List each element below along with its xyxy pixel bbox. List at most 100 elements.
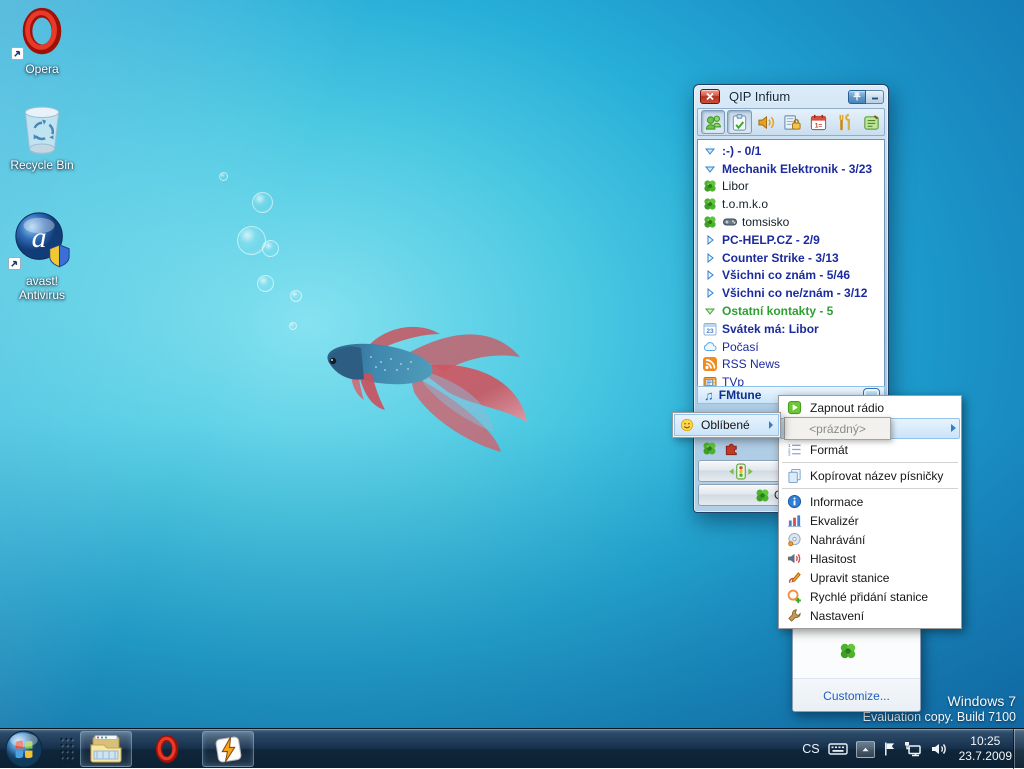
toolbar-contacts-button[interactable] xyxy=(701,110,725,134)
row-label: Svátek má: Libor xyxy=(722,322,819,336)
plugins-icon[interactable] xyxy=(724,441,739,456)
tray-keyboard-layout[interactable] xyxy=(828,742,848,756)
taskbar-opera-button[interactable] xyxy=(141,731,193,767)
menu-item-oblibene[interactable]: Oblíbené xyxy=(674,414,779,436)
calendar23-icon: 23 xyxy=(702,321,718,336)
toolbar-calendar-button[interactable]: 1= xyxy=(807,110,831,134)
toolbar-notes-button[interactable] xyxy=(727,110,751,134)
menu-item-label: Rychlé přidání stanice xyxy=(810,590,928,604)
row-label: Ostatní kontakty - 5 xyxy=(722,304,833,318)
tri-closed-icon xyxy=(702,232,718,247)
menu-separator xyxy=(779,459,961,466)
minimize-button[interactable] xyxy=(866,90,884,104)
show-desktop-button[interactable] xyxy=(1013,729,1024,769)
desktop-icon-opera[interactable]: Opera xyxy=(3,6,81,76)
menu-item-label: Upravit stanice xyxy=(810,571,889,585)
row-label: PC-HELP.CZ - 2/9 xyxy=(722,233,820,247)
menu-item-label: Formát xyxy=(810,443,848,457)
tri-closed-icon xyxy=(702,286,718,301)
list-row[interactable]: Ostatní kontakty - 5 xyxy=(698,302,884,320)
tray-clock[interactable]: 10:25 23.7.2009 xyxy=(959,734,1012,764)
tray-action-center[interactable] xyxy=(883,741,896,757)
winver-line2: Evaluation copy. Build 7100 xyxy=(863,710,1016,724)
menu-item-label: Kopírovat název písničky xyxy=(810,469,943,483)
customize-link[interactable]: Customize... xyxy=(823,689,890,703)
list-row[interactable]: tomsisko xyxy=(698,213,884,231)
list-row[interactable]: Všichni co znám - 5/46 xyxy=(698,267,884,285)
sound-icon xyxy=(757,113,776,132)
list-row[interactable]: :-) - 0/1 xyxy=(698,142,884,160)
list-row[interactable]: Counter Strike - 3/13 xyxy=(698,249,884,267)
winamp-icon xyxy=(213,734,244,765)
list-row[interactable]: Mechanik Elektronik - 3/23 xyxy=(698,160,884,178)
m-add-icon xyxy=(784,589,804,605)
menu-item-label: Nahrávání xyxy=(810,533,865,547)
window-title: QIP Infium xyxy=(729,89,848,104)
fmtune-menu-items: Zapnout rádio<prázdný>123FormátKopírovat… xyxy=(779,398,961,625)
qip-status-icon[interactable] xyxy=(702,441,717,456)
start-button[interactable] xyxy=(5,730,43,768)
list-row[interactable]: PC-HELP.CZ - 2/9 xyxy=(698,231,884,249)
menu-item-label: Nastavení xyxy=(810,609,864,623)
m-play-icon xyxy=(784,400,804,416)
close-button[interactable] xyxy=(700,89,720,104)
oblibene-label: Oblíbené xyxy=(701,418,769,432)
menu-item[interactable]: Zapnout rádio xyxy=(779,398,961,417)
tray-volume[interactable] xyxy=(930,742,948,756)
row-label: tomsisko xyxy=(742,215,789,229)
tray-icons xyxy=(828,741,948,758)
menu-item[interactable]: Ekvalizér xyxy=(779,511,961,530)
menu-item[interactable]: Informace xyxy=(779,492,961,511)
menu-item[interactable]: Hlasitost xyxy=(779,549,961,568)
tri-closed-icon xyxy=(702,268,718,283)
row-label: Všichni co znám - 5/46 xyxy=(722,268,850,282)
svg-text:3: 3 xyxy=(787,452,790,457)
menu-item[interactable]: Rychlé přidání stanice xyxy=(779,587,961,606)
taskbar-winamp-button[interactable] xyxy=(202,731,254,767)
menu-item-oblibene-highlight[interactable]: <prázdný> xyxy=(779,417,961,440)
menu-item[interactable]: 123Formát xyxy=(779,440,961,459)
minimize-icon xyxy=(870,92,880,101)
list-row[interactable]: RSS News xyxy=(698,356,884,374)
menu-item[interactable]: Upravit stanice xyxy=(779,568,961,587)
list-row[interactable]: Všichni co ne/znám - 3/12 xyxy=(698,284,884,302)
shortcut-arrow-icon xyxy=(8,257,21,270)
menu-item[interactable]: Nahrávání xyxy=(779,530,961,549)
tray-show-hidden-icons[interactable] xyxy=(856,741,875,758)
betta-fish-wallpaper-art xyxy=(315,312,535,462)
list-row[interactable]: Počasí xyxy=(698,338,884,356)
svg-text:a: a xyxy=(32,221,47,254)
menu-item[interactable]: Nastavení xyxy=(779,606,961,625)
svg-text:1=: 1= xyxy=(815,122,823,129)
list-row[interactable]: 23 Svátek má: Libor xyxy=(698,320,884,338)
gamepad-icon xyxy=(722,215,738,230)
toolbar-sound-button[interactable] xyxy=(754,110,778,134)
row-label: :-) - 0/1 xyxy=(722,144,761,158)
submenu-empty-item[interactable]: <prázdný> xyxy=(784,417,891,440)
toolbar-tools-button[interactable] xyxy=(833,110,857,134)
desktop-icon-recycle-bin[interactable]: Recycle Bin xyxy=(3,104,81,172)
traffic-light-icon xyxy=(727,463,755,480)
desktop-icon-avast[interactable]: a avast! Antivirus xyxy=(3,210,81,302)
list-row[interactable]: Libor xyxy=(698,178,884,196)
qip-titlebar[interactable]: QIP Infium xyxy=(694,85,888,108)
pin-on-top-button[interactable] xyxy=(848,90,866,104)
taskbar-apps xyxy=(80,730,254,768)
menu-separator xyxy=(779,485,961,492)
language-indicator[interactable]: CS xyxy=(802,742,819,756)
row-label: RSS News xyxy=(722,357,780,371)
toolbar-green-note-button[interactable] xyxy=(860,110,884,134)
menu-item[interactable]: Kopírovat název písničky xyxy=(779,466,961,485)
menu-item-label: Hlasitost xyxy=(810,552,856,566)
bubble xyxy=(262,240,279,257)
tray-network[interactable] xyxy=(904,741,922,757)
qip-tray-icon[interactable] xyxy=(839,642,857,660)
bubble xyxy=(289,322,297,330)
desktop-icon-label: Recycle Bin xyxy=(3,158,81,172)
toolbar-history-button[interactable] xyxy=(780,110,804,134)
clock-date: 23.7.2009 xyxy=(959,749,1012,764)
submenu-arrow-icon xyxy=(769,421,773,429)
taskbar-windows-explorer-button[interactable] xyxy=(80,731,132,767)
list-row[interactable]: t.o.m.k.o xyxy=(698,195,884,213)
taskbar-grip xyxy=(59,736,74,763)
